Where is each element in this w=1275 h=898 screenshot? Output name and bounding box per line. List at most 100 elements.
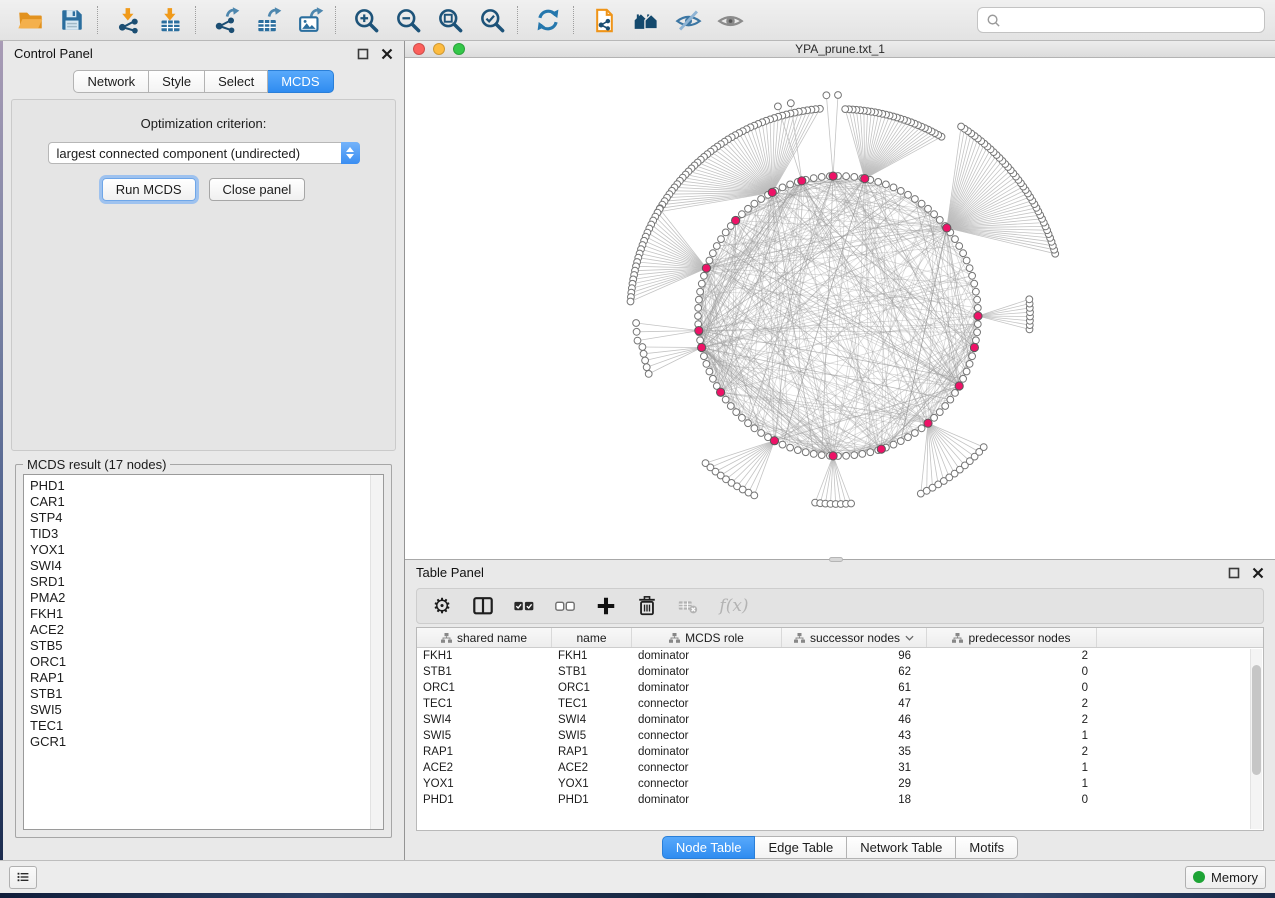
open-session-button[interactable] [10,3,50,37]
mcds-result-item[interactable]: TEC1 [30,718,369,734]
run-mcds-button[interactable]: Run MCDS [102,178,196,201]
delete-table-button[interactable] [676,594,700,618]
table-row[interactable]: SWI4SWI4dominator462 [417,712,1263,728]
network-graph[interactable] [405,58,1273,554]
mcds-list-scrollbar[interactable] [370,475,383,829]
mcds-result-item[interactable]: STP4 [30,510,369,526]
close-panel-icon[interactable] [380,47,393,60]
control-panel: Control Panel NetworkStyleSelectMCDS Opt… [3,41,405,860]
zoom-out-button[interactable] [388,3,428,37]
deselect-all-columns-button[interactable] [553,594,577,618]
toolbar-separator [517,6,520,34]
mcds-result-item[interactable]: SWI5 [30,702,369,718]
import-network-button[interactable] [108,3,148,37]
zoom-fit-button[interactable] [430,3,470,37]
table-row[interactable]: ORC1ORC1dominator610 [417,680,1263,696]
column-header-successor-nodes[interactable]: successor nodes [782,628,927,647]
tab-mcds[interactable]: MCDS [268,70,333,93]
network-overview-button[interactable] [626,3,666,37]
mcds-result-item[interactable]: RAP1 [30,670,369,686]
zoom-selected-button[interactable] [472,3,512,37]
mcds-result-item[interactable]: YOX1 [30,542,369,558]
tab-network[interactable]: Network [73,70,149,93]
column-header-name[interactable]: name [552,628,632,647]
table-row[interactable]: STB1STB1dominator620 [417,664,1263,680]
mcds-result-item[interactable]: GCR1 [30,734,369,750]
table-row[interactable]: ACE2ACE2connector311 [417,760,1263,776]
export-network-button[interactable] [206,3,246,37]
column-header-shared-name[interactable]: shared name [417,628,552,647]
cell-shared_name: ACE2 [417,760,552,776]
tab-node-table[interactable]: Node Table [662,836,756,859]
table-toolbar: ⚙ [416,588,1264,624]
table-row[interactable]: YOX1YOX1connector291 [417,776,1263,792]
cell-successor_nodes: 43 [782,728,927,744]
mcds-result-item[interactable]: ORC1 [30,654,369,670]
table-row[interactable]: FKH1FKH1dominator962 [417,648,1263,664]
zoom-in-button[interactable] [346,3,386,37]
search-icon [986,13,1001,28]
mcds-result-item[interactable]: CAR1 [30,494,369,510]
table-panel: Table Panel ⚙ [405,560,1275,860]
export-image-button[interactable] [290,3,330,37]
hide-graphics-button[interactable] [668,3,708,37]
criterion-value: largest connected component (undirected) [49,146,301,161]
table-row[interactable]: RAP1RAP1dominator352 [417,744,1263,760]
function-builder-button[interactable]: f(x) [717,594,751,618]
mcds-result-item[interactable]: SWI4 [30,558,369,574]
cell-name: ORC1 [552,680,632,696]
cell-mcds_role: dominator [632,792,782,808]
zoom-fit-icon [437,7,464,34]
cell-successor_nodes: 96 [782,648,927,664]
mcds-result-item[interactable]: ACE2 [30,622,369,638]
network-window-titlebar[interactable]: YPA_prune.txt_1 [405,41,1275,58]
mcds-result-item[interactable]: SRD1 [30,574,369,590]
tab-select[interactable]: Select [205,70,268,93]
criterion-select[interactable]: largest connected component (undirected) [48,142,360,164]
delete-columns-button[interactable] [635,594,659,618]
tab-style[interactable]: Style [149,70,205,93]
table-scrollbar-thumb[interactable] [1252,665,1261,775]
memory-button[interactable]: Memory [1185,866,1266,889]
cell-shared_name: YOX1 [417,776,552,792]
show-columns-button[interactable] [471,594,495,618]
network-window: YPA_prune.txt_1 [405,41,1275,560]
import-table-button[interactable] [150,3,190,37]
tab-edge-table[interactable]: Edge Table [755,836,847,859]
table-row[interactable]: PHD1PHD1dominator180 [417,792,1263,808]
table-settings-button[interactable]: ⚙ [430,594,454,618]
search-input[interactable] [1007,13,1256,28]
tab-motifs[interactable]: Motifs [956,836,1018,859]
horizontal-splitter-handle[interactable] [829,557,843,562]
refresh-button[interactable] [528,3,568,37]
mcds-result-item[interactable]: STB5 [30,638,369,654]
table-row[interactable]: TEC1TEC1connector472 [417,696,1263,712]
float-table-panel-icon[interactable] [1227,566,1240,579]
close-table-panel-icon[interactable] [1251,566,1264,579]
close-panel-button[interactable]: Close panel [209,178,306,201]
create-column-button[interactable] [594,594,618,618]
mcds-result-item[interactable]: PHD1 [30,478,369,494]
task-history-button[interactable] [9,866,37,889]
export-table-button[interactable] [248,3,288,37]
column-header-MCDS-role[interactable]: MCDS role [632,628,782,647]
network-document-button[interactable] [584,3,624,37]
network-window-title: YPA_prune.txt_1 [405,42,1275,56]
mcds-result-item[interactable]: STB1 [30,686,369,702]
tab-network-table[interactable]: Network Table [847,836,956,859]
mcds-result-item[interactable]: FKH1 [30,606,369,622]
cell-predecessor_nodes: 2 [927,712,1097,728]
mcds-result-item[interactable]: TID3 [30,526,369,542]
table-scrollbar[interactable] [1250,649,1262,829]
show-graphics-button[interactable] [710,3,750,37]
mcds-result-item[interactable]: PMA2 [30,590,369,606]
show-graphics-eye-icon [717,7,744,34]
save-session-button[interactable] [52,3,92,37]
float-panel-icon[interactable] [356,47,369,60]
table-row[interactable]: SWI5SWI5connector431 [417,728,1263,744]
table-panel-tabs: Node TableEdge TableNetwork TableMotifs [662,836,1018,859]
select-all-columns-button[interactable] [512,594,536,618]
cell-name: FKH1 [552,648,632,664]
column-header-predecessor-nodes[interactable]: predecessor nodes [927,628,1097,647]
cell-successor_nodes: 31 [782,760,927,776]
